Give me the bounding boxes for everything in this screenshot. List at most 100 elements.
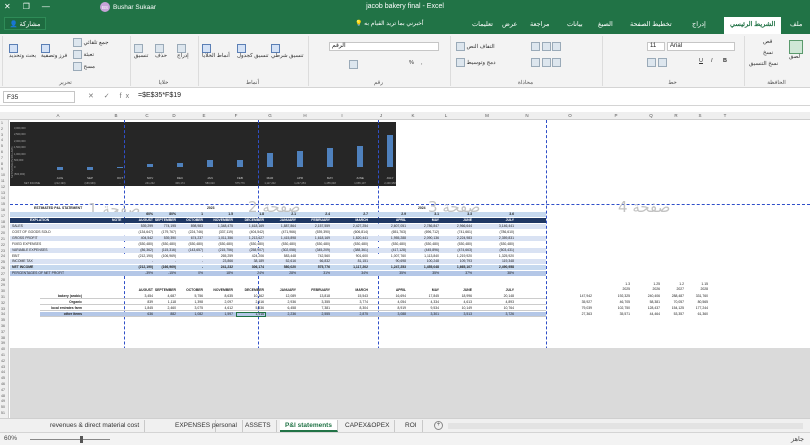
row-header[interactable]: 50: [1, 405, 5, 409]
column-header[interactable]: D: [172, 113, 175, 118]
table-cell[interactable]: 100,248: [413, 259, 439, 264]
column-header[interactable]: T: [724, 113, 727, 118]
chart-bar[interactable]: [207, 159, 213, 168]
table-cell[interactable]: 4,054: [380, 300, 407, 305]
column-header[interactable]: S: [698, 113, 701, 118]
format-painter-button[interactable]: نسخ التنسيق: [749, 61, 778, 67]
table-cell[interactable]: 46,705: [606, 300, 630, 305]
row-header[interactable]: 33: [1, 307, 5, 311]
sheet-tab[interactable]: ROI: [400, 420, 423, 432]
table-cell[interactable]: 35%: [380, 271, 406, 276]
sheet-tab[interactable]: CAPEX&OPEX: [340, 420, 396, 432]
table-cell[interactable]: (106,969): [150, 254, 176, 259]
share-button[interactable]: 👤 مشاركة: [4, 17, 46, 30]
table-cell[interactable]: 2,427,254: [342, 224, 368, 229]
chart-bar[interactable]: [267, 152, 273, 168]
table-cell[interactable]: 17,845: [413, 294, 439, 299]
table-cell[interactable]: (179,767): [150, 230, 176, 235]
table-cell[interactable]: (404,542): [238, 230, 264, 235]
row-header[interactable]: 26: [1, 266, 5, 270]
percent-button[interactable]: %: [409, 60, 414, 66]
table-cell[interactable]: 5,536: [238, 306, 265, 311]
row-header[interactable]: 19: [1, 225, 5, 229]
tab-home[interactable]: الشريط الرئيسي: [724, 17, 782, 34]
table-cell[interactable]: 35,927: [568, 300, 592, 305]
row-header[interactable]: 29: [1, 283, 5, 287]
table-cell[interactable]: 27,363: [568, 312, 592, 317]
row-header[interactable]: 6: [1, 150, 3, 154]
table-cell[interactable]: 5,756: [177, 294, 204, 299]
table-cell[interactable]: 102,750: [606, 306, 630, 311]
row-header[interactable]: 47: [1, 388, 5, 392]
table-cell[interactable]: 1,398: [177, 300, 204, 305]
table-cell[interactable]: 306,174: [238, 265, 264, 270]
table-cell[interactable]: 37%: [446, 271, 472, 276]
table-cell[interactable]: (258,907): [238, 248, 264, 253]
chart-bar[interactable]: [177, 163, 183, 168]
table-cell[interactable]: 2,786,847: [413, 224, 439, 229]
row-header[interactable]: 28: [1, 278, 5, 282]
table-cell[interactable]: 192,325: [606, 294, 630, 299]
row-header[interactable]: 24: [1, 254, 5, 258]
row-header[interactable]: 11: [1, 179, 5, 183]
table-cell[interactable]: 2,555: [304, 312, 331, 317]
table-cell[interactable]: (530,480): [270, 242, 296, 247]
row-header[interactable]: 27: [1, 272, 5, 276]
column-header[interactable]: F: [235, 113, 238, 118]
row-header[interactable]: 31: [1, 295, 5, 299]
table-cell[interactable]: (166,969): [150, 265, 176, 270]
chart-bar[interactable]: [297, 151, 303, 168]
worksheet-grid[interactable]: ABCDEFGHIJKLMNOPQRST 1 2 3 4 5 6 7 8 9 10 11 12 13 14…: [0, 112, 810, 418]
underline-button[interactable]: U: [699, 58, 703, 64]
column-header[interactable]: P: [614, 113, 617, 118]
column-header[interactable]: E: [202, 113, 205, 118]
row-header[interactable]: 22: [1, 243, 5, 247]
table-cell[interactable]: 38%: [488, 271, 514, 276]
table-cell[interactable]: (503,431): [488, 248, 514, 253]
table-cell[interactable]: 7,381: [304, 306, 331, 311]
row-header[interactable]: 17: [1, 214, 5, 218]
sheet-tab[interactable]: ASSETS: [240, 420, 277, 432]
chart-bar[interactable]: [357, 145, 363, 168]
row-header[interactable]: 8: [1, 162, 3, 166]
selected-cell[interactable]: [236, 312, 266, 317]
table-cell[interactable]: 66,832: [304, 259, 330, 264]
table-cell[interactable]: 1,618,169: [238, 224, 264, 229]
table-cell[interactable]: 38,189: [238, 259, 264, 264]
table-cell[interactable]: 79,039: [568, 306, 592, 311]
table-cell[interactable]: 4,687: [150, 294, 177, 299]
column-header[interactable]: M: [485, 113, 489, 118]
column-header[interactable]: K: [411, 113, 414, 118]
font-size-select[interactable]: 11: [647, 42, 665, 51]
column-header[interactable]: B: [114, 113, 117, 118]
formula-buttons[interactable]: ✕ ✓ fx: [88, 92, 133, 100]
comma-button[interactable]: ,: [421, 60, 423, 66]
row-header[interactable]: 41: [1, 353, 5, 357]
table-cell[interactable]: 34%: [342, 271, 368, 276]
chart-bar[interactable]: [57, 167, 63, 171]
align-left-icon[interactable]: [531, 58, 562, 67]
table-cell[interactable]: 331,760: [684, 294, 708, 299]
table-cell[interactable]: 28%: [270, 271, 296, 276]
font-color-icon[interactable]: [647, 58, 667, 67]
column-header[interactable]: H: [303, 113, 306, 118]
table-cell[interactable]: 3,726: [488, 312, 515, 317]
tab-review[interactable]: مراجعة: [530, 20, 550, 28]
find-select-button[interactable]: بحث وتحديد: [9, 44, 36, 59]
table-cell[interactable]: 2,090,136: [413, 236, 439, 241]
net-income-chart[interactable]: NET INCOME (IN DOLLARS) 3,000,000 2,500,0…: [10, 122, 396, 186]
table-cell[interactable]: 240,406: [636, 294, 660, 299]
table-cell[interactable]: 3,774: [342, 300, 369, 305]
table-cell[interactable]: 44,464: [636, 312, 660, 317]
table-cell[interactable]: 13,818: [304, 294, 330, 299]
table-cell[interactable]: (115,316): [150, 248, 176, 253]
table-cell[interactable]: -: [150, 259, 176, 264]
autosum-button[interactable]: جمع تلقائي: [73, 38, 109, 47]
table-cell[interactable]: (474,663): [446, 248, 472, 253]
row-header[interactable]: 4: [1, 138, 3, 142]
table-cell[interactable]: 4,334: [413, 300, 440, 305]
table-cell[interactable]: 1,213,627: [238, 236, 264, 241]
table-cell[interactable]: 80,565: [684, 300, 708, 305]
table-cell[interactable]: 58,381: [636, 300, 660, 305]
chart-bar[interactable]: [117, 167, 123, 169]
